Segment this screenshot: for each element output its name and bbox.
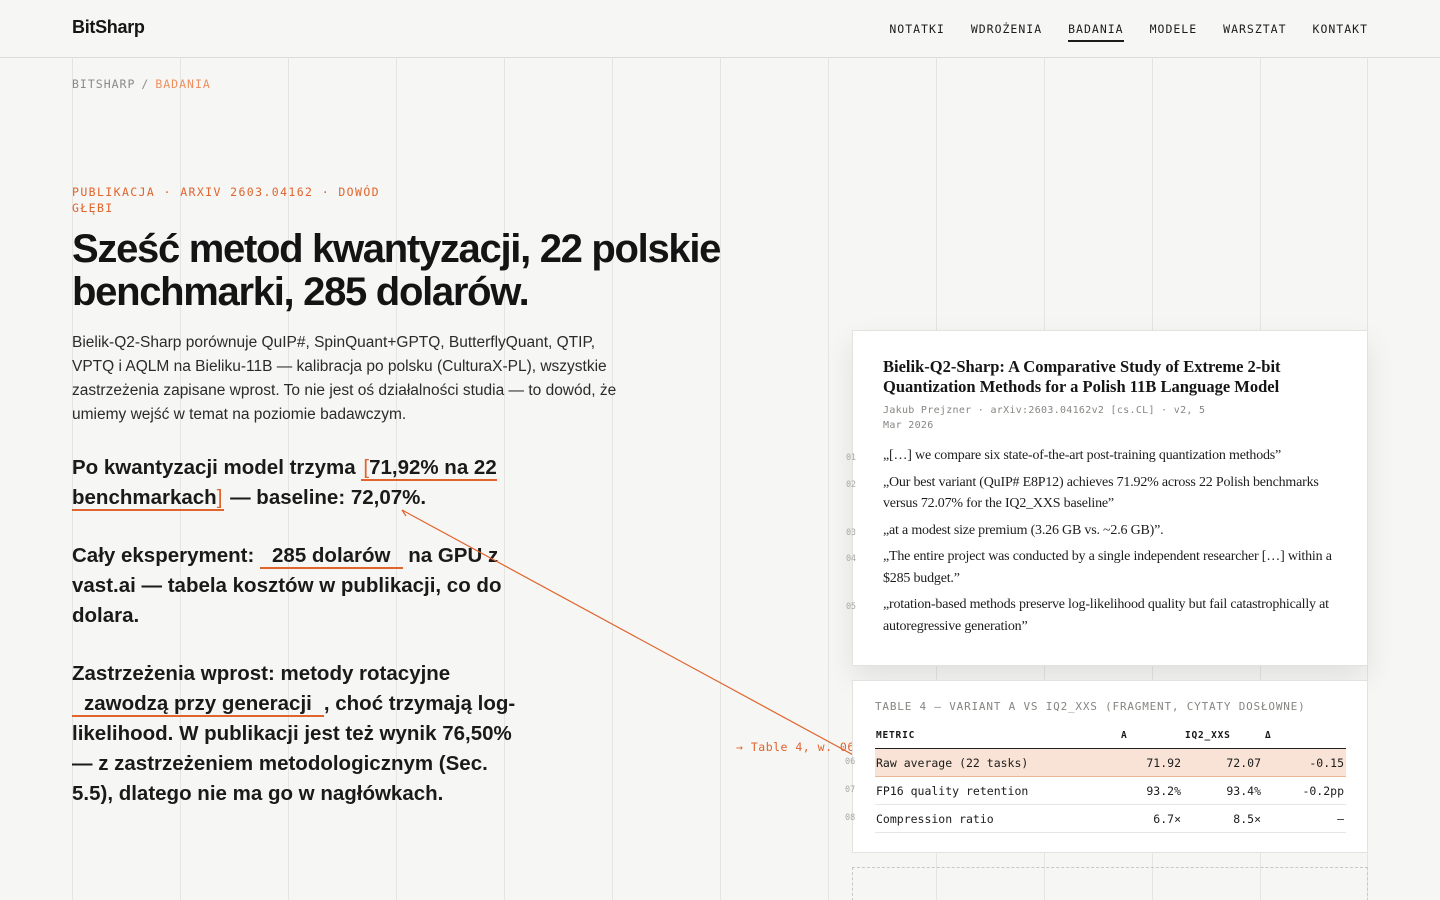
bracket-close-icon: ] [216,486,223,509]
claim-text: Cały eksperyment: [72,544,261,567]
quote-item: 05 „rotation-based methods preserve log-l… [846,594,1343,637]
claim-text: Zastrzeżenia wprost: metody rotacyjne [72,662,451,685]
quote-item: 02 „Our best variant (QuIP# E8P12) achiev… [846,472,1343,515]
claim-highlight-cost[interactable]: 285 dolarów [260,544,403,569]
nav-link-kontakt[interactable]: KONTAKT [1313,22,1368,42]
claim-caveats: Zastrzeżenia wprost: metody rotacyjne za… [72,659,522,809]
table-row: 08 Compression ratio 6.7× 8.5× — [845,805,1346,833]
quote-number: 03 [846,527,856,538]
brand-logo[interactable]: BitSharp [72,17,145,38]
claim-highlight-caveats[interactable]: zawodzą przy generacji [72,692,324,717]
quote-number: 04 [846,554,856,564]
results-table: METRIC A IQ2_XXS Δ 06 Raw average (22 ta… [845,723,1346,833]
placeholder-card [852,867,1368,900]
quote-text: „Our best variant (QuIP# E8P12) achieves… [883,474,1319,512]
table-reference-label: → Table 4, w. 06 [736,740,855,754]
table-header-row: METRIC A IQ2_XXS Δ [875,723,1346,749]
breadcrumb-current: BADANIA [155,77,211,91]
quote-item: 03 „at a modest size premium (3.26 GB vs.… [846,520,1343,542]
nav-link-warsztat[interactable]: WARSZTAT [1223,22,1286,42]
table-cell: 71.92 [1146,755,1181,770]
quote-number: 02 [846,479,856,490]
table-caption: TABLE 4 — VARIANT A VS IQ2_XXS (FRAGMENT… [875,700,1306,713]
nav-link-notatki[interactable]: NOTATKI [889,22,944,42]
claims-list: Po kwantyzacji model trzyma [71,92% na 2… [72,453,522,837]
quote-item: 04 „The entire project was conducted by a… [846,546,1343,589]
quote-number: 01 [846,453,856,463]
table-cell: — [1337,811,1344,826]
row-number: 08 [845,813,856,823]
table-header-a: A [1121,730,1128,741]
table-header-iq2: IQ2_XXS [1185,730,1231,741]
row-number: 06 [845,757,856,767]
table-cell: Compression ratio [876,811,994,826]
table-header-delta: Δ [1265,730,1272,741]
table-row: 07 FP16 quality retention 93.2% 93.4% -0… [845,777,1346,805]
claim-cost: Cały eksperyment: 285 dolarów na GPU z v… [72,541,522,631]
table-cell: 6.7× [1153,811,1181,826]
paper-quotes: 01 „[…] we compare six state-of-the-art p… [846,445,1343,642]
quote-text: „at a modest size premium (3.26 GB vs. ~… [883,522,1164,538]
claim-text: Po kwantyzacji model trzyma [72,456,362,479]
breadcrumb-root[interactable]: BITSHARP [72,77,135,91]
page-title: Sześć metod kwantyzacji, 22 polskie benc… [72,227,721,314]
paper-title[interactable]: Bielik-Q2-Sharp: A Comparative Study of … [883,357,1323,397]
table-cell: 8.5× [1233,811,1261,826]
table-cell: -0.2pp [1302,783,1344,798]
table-header-metric: METRIC [876,730,916,741]
table-cell: FP16 quality retention [876,783,1029,798]
paper-citation-card: Bielik-Q2-Sharp: A Comparative Study of … [846,330,1368,666]
main-nav: NOTATKI WDROŻENIA BADANIA MODELE WARSZTA… [889,22,1368,42]
row-number: 07 [845,785,856,795]
article-lede: Bielik-Q2-Sharp porównuje QuIP#, SpinQua… [72,334,617,423]
quote-number: 05 [846,602,856,612]
table-cell: 93.2% [1146,783,1181,798]
site-header: BitSharp NOTATKI WDROŻENIA BADANIA MODEL… [0,0,1440,58]
quote-item: 01 „[…] we compare six state-of-the-art p… [846,445,1343,467]
table-cell: Raw average (22 tasks) [876,755,1029,770]
table-cell: 93.4% [1226,783,1261,798]
table-row-highlighted: 06 Raw average (22 tasks) 71.92 72.07 -0… [845,749,1346,777]
claim-text: — baseline: 72,07%. [224,486,427,509]
nav-link-modele[interactable]: MODELE [1150,22,1198,42]
breadcrumb-separator: / [141,77,150,91]
claim-benchmarks: Po kwantyzacji model trzyma [71,92% na 2… [72,453,522,513]
table-cell: -0.15 [1309,755,1344,770]
table-cell: 72.07 [1226,755,1261,770]
quote-text: „The entire project was conducted by a s… [883,549,1332,586]
quote-text: „rotation-based methods preserve log-lik… [883,597,1329,634]
nav-link-wdrozenia[interactable]: WDROŻENIA [971,22,1042,42]
paper-meta: Jakub Prejzner · arXiv:2603.04162v2 [cs.… [883,405,1206,431]
breadcrumb: BITSHARP / BADANIA [72,77,211,91]
results-table-card: TABLE 4 — VARIANT A VS IQ2_XXS (FRAGMENT… [845,680,1368,853]
nav-link-badania[interactable]: BADANIA [1068,22,1124,42]
quote-text: „[…] we compare six state-of-the-art pos… [883,448,1282,463]
article-eyebrow: PUBLIKACJA · ARXIV 2603.04162 · DOWÓD GŁ… [72,185,380,215]
